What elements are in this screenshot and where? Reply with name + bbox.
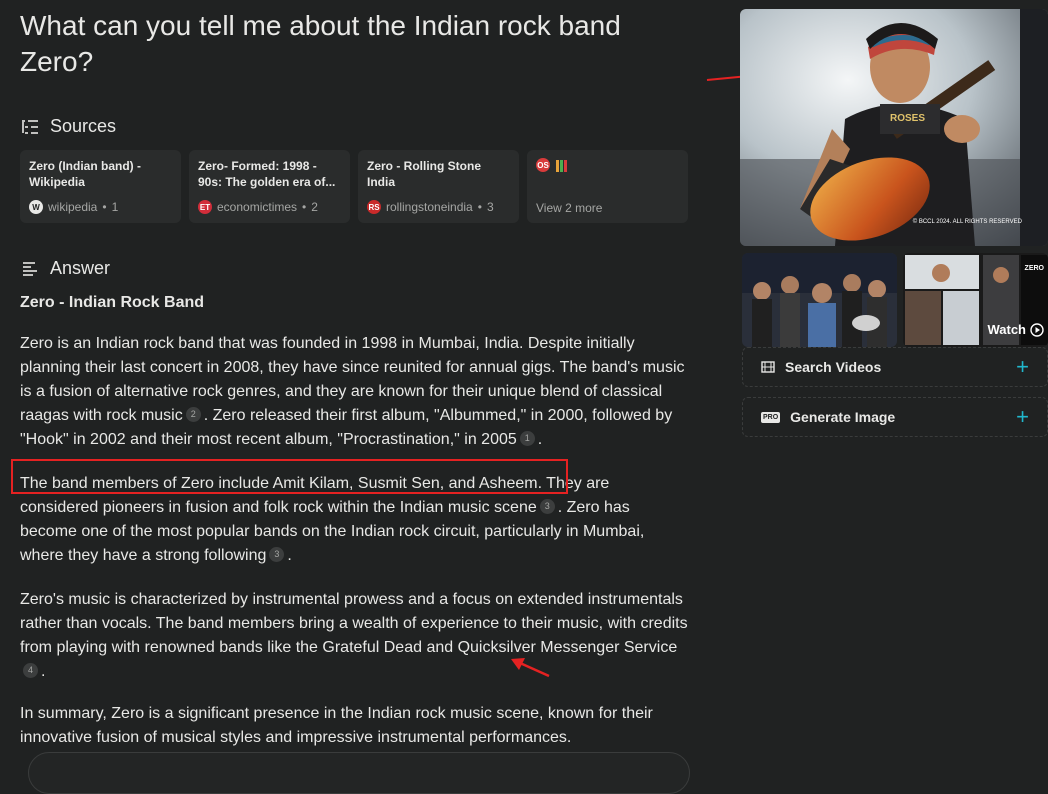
band-photo: [742, 253, 897, 347]
os-icon: OS: [536, 158, 550, 172]
watch-button[interactable]: Watch: [987, 322, 1044, 337]
source-card-economictimes[interactable]: Zero- Formed: 1998 - 90s: The golden era…: [189, 150, 350, 223]
video-thumbnail-2[interactable]: ZERO Watch: [903, 253, 1048, 347]
paragraph-text: .: [287, 547, 292, 564]
source-title: Zero- Formed: 1998 - 90s: The golden era…: [198, 159, 336, 189]
guitarist-photo: ROSES: [740, 9, 1048, 246]
sources-heading: Sources: [20, 116, 116, 137]
paragraph-text: .: [537, 431, 543, 448]
thumb-text: ZERO: [1024, 265, 1044, 272]
citation-badge[interactable]: 4: [23, 662, 38, 678]
sources-list: Zero (Indian band) - Wikipedia W wikiped…: [20, 150, 688, 223]
paragraph-text: In summary, Zero is a significant presen…: [20, 705, 653, 746]
page-title: What can you tell me about the Indian ro…: [20, 10, 621, 77]
source-domain: economictimes: [217, 200, 298, 214]
plus-icon: +: [1016, 404, 1029, 429]
source-card-rollingstone[interactable]: Zero - Rolling Stone India RS rollingsto…: [358, 150, 519, 223]
source-index: 1: [111, 200, 119, 214]
citation-badge[interactable]: 1: [519, 430, 535, 446]
hero-watermark: © BCCL 2024. ALL RIGHTS RESERVED: [912, 219, 1022, 225]
paragraph-text: Zero's music is characterized by instrum…: [20, 591, 688, 656]
plus-icon: +: [1016, 354, 1029, 379]
search-videos-button[interactable]: Search Videos +: [742, 347, 1048, 387]
source-card-wikipedia[interactable]: Zero (Indian band) - Wikipedia W wikiped…: [20, 150, 181, 223]
source-separator: •: [477, 200, 482, 214]
answer-paragraph-1: Zero is an Indian rock band that was fou…: [20, 332, 690, 452]
answer-heading: Answer: [20, 258, 110, 279]
video-thumbnail-1[interactable]: [742, 253, 897, 347]
search-videos-label: Search Videos: [785, 359, 882, 375]
economictimes-icon: ET: [198, 200, 212, 214]
view-more-sources-button[interactable]: OS View 2 more: [527, 150, 688, 223]
generate-image-button[interactable]: PRO Generate Image +: [742, 397, 1048, 437]
film-icon: [761, 361, 775, 373]
answer-heading-label: Answer: [50, 258, 111, 278]
citation-badge[interactable]: 3: [269, 546, 285, 562]
sources-heading-label: Sources: [50, 116, 117, 136]
citation-badge[interactable]: 3: [539, 498, 555, 514]
source-title: Zero (Indian band) - Wikipedia: [29, 159, 141, 189]
answer-title: Zero - Indian Rock Band: [20, 294, 205, 311]
paragraph-text: .: [41, 663, 46, 680]
source-index: 3: [486, 200, 494, 214]
rollingstone-icon: RS: [367, 200, 381, 214]
answer-paragraph-3: Zero's music is characterized by instrum…: [20, 588, 690, 684]
answer-paragraph-4: In summary, Zero is a significant presen…: [20, 702, 690, 750]
source-domain: wikipedia: [48, 200, 98, 214]
sources-icon: [22, 119, 38, 134]
watch-label: Watch: [987, 322, 1026, 337]
generate-image-label: Generate Image: [790, 409, 896, 425]
source-title: Zero - Rolling Stone India: [367, 159, 481, 189]
answer-icon: [23, 261, 37, 276]
shirt-text: ROSES: [890, 113, 925, 124]
play-icon: [1030, 322, 1044, 337]
hero-image[interactable]: ROSES © BCCL 2024. ALL RIGHTS RESERVED: [740, 9, 1048, 246]
citation-badge[interactable]: 2: [185, 406, 201, 422]
follow-up-input[interactable]: [28, 752, 690, 794]
source-domain: rollingstoneindia: [386, 200, 473, 214]
source-separator: •: [102, 200, 107, 214]
pro-icon: PRO: [761, 411, 781, 423]
bars-icon: [556, 158, 567, 172]
view-more-label: View 2 more: [536, 201, 603, 215]
wikipedia-icon: W: [29, 200, 43, 214]
source-separator: •: [302, 200, 307, 214]
source-index: 2: [311, 200, 318, 214]
annotation-highlight-box: [11, 459, 568, 494]
